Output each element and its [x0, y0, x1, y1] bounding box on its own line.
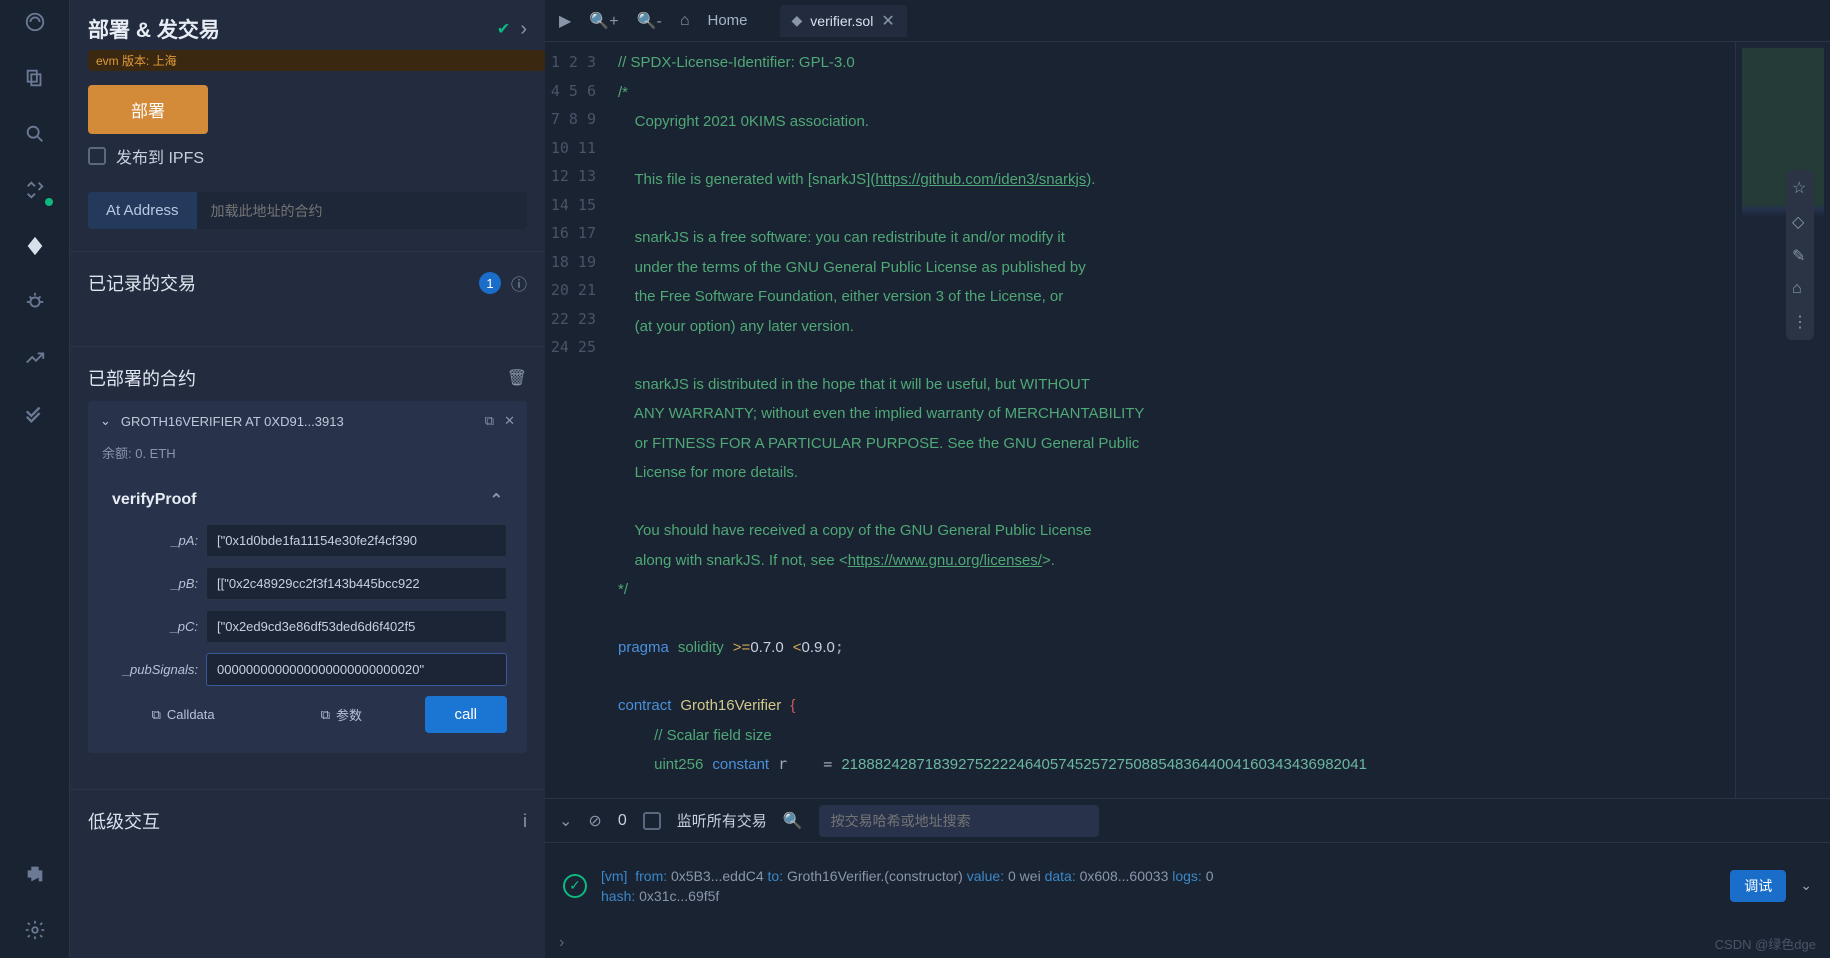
param-pub-input[interactable] [206, 653, 507, 686]
tx-count-badge: 1 [479, 272, 501, 294]
param-pc-input[interactable] [206, 610, 507, 643]
evm-version-tag: evm 版本: 上海 [88, 50, 545, 71]
code-editor[interactable]: 1 2 3 4 5 6 7 8 9 10 11 12 13 14 15 16 1… [545, 42, 1830, 798]
bookmark-icon[interactable]: ◇ [1792, 212, 1808, 232]
play-icon[interactable]: ▶ [559, 11, 571, 31]
lowlevel-label: 低级交互 [88, 808, 160, 834]
edit-icon[interactable]: ✎ [1792, 246, 1808, 266]
log-entry[interactable]: [vm] from: 0x5B3...eddC4 to: Groth16Veri… [601, 866, 1716, 906]
collapse-icon[interactable]: ⌄ [559, 811, 572, 831]
solidity-icon: ◆ [792, 12, 803, 29]
more-icon[interactable]: ⋮ [1792, 312, 1808, 332]
minimap[interactable] [1735, 42, 1830, 798]
zoom-in-icon[interactable]: 🔍+ [589, 11, 618, 31]
file-tab-label: verifier.sol [810, 13, 873, 29]
deploy-panel: 部署 & 发交易 ✔ › evm 版本: 上海 部署 发布到 IPFS At A… [70, 0, 545, 958]
analytics-icon[interactable] [21, 344, 49, 372]
search-icon[interactable]: 🔍 [783, 811, 803, 831]
chevron-right-icon[interactable]: › [520, 18, 527, 41]
deploy-icon[interactable] [21, 232, 49, 260]
settings-icon[interactable] [21, 916, 49, 944]
editor-toolbar: ▶ 🔍+ 🔍- ⌂ Home ◆ verifier.sol ✕ [545, 0, 1830, 42]
pending-count: 0 [618, 812, 627, 830]
trash-icon[interactable]: 🗑 [507, 368, 527, 388]
contract-name: GROTH16VERIFIER AT 0XD91...3913 [121, 414, 475, 429]
calldata-button[interactable]: ⧉ Calldata [108, 696, 258, 733]
debugger-icon[interactable] [21, 288, 49, 316]
success-icon: ✓ [563, 874, 587, 898]
code-content[interactable]: // SPDX-License-Identifier: GPL-3.0 /* C… [610, 42, 1735, 798]
params-button[interactable]: ⧉ 参数 [266, 696, 416, 733]
panel-title: 部署 & 发交易 [88, 14, 487, 44]
star-icon[interactable]: ☆ [1792, 178, 1808, 198]
line-gutter: 1 2 3 4 5 6 7 8 9 10 11 12 13 14 15 16 1… [545, 42, 610, 798]
home-rail-icon[interactable]: ⌂ [1792, 280, 1808, 298]
call-button[interactable]: call [425, 696, 508, 733]
clear-icon[interactable]: ⊘ [588, 811, 601, 831]
expand-log-icon[interactable]: ⌄ [1800, 877, 1812, 894]
check-icon: ✔ [497, 19, 510, 39]
param-pa-label: _pA: [108, 533, 198, 548]
file-tab[interactable]: ◆ verifier.sol ✕ [780, 5, 907, 37]
param-pc-label: _pC: [108, 619, 198, 634]
function-block: verifyProof ⌃ _pA: _pB: _pC: _pubSignals… [100, 476, 515, 741]
zoom-out-icon[interactable]: 🔍- [637, 11, 662, 31]
search-icon[interactable] [21, 120, 49, 148]
lowlevel-section[interactable]: 低级交互 i [70, 789, 545, 852]
listen-checkbox[interactable] [643, 812, 661, 830]
watermark: CSDN @绿色dge [1715, 934, 1816, 953]
terminal: ⌄ ⊘ 0 监听所有交易 🔍 ✓ [vm] from: 0x5B3...eddC… [545, 798, 1830, 958]
param-pb-input[interactable] [206, 567, 507, 600]
ipfs-checkbox[interactable] [88, 147, 106, 165]
home-tab[interactable]: Home [708, 12, 748, 29]
chevron-up-icon[interactable]: ⌃ [490, 490, 503, 510]
side-rail: ☆ ◇ ✎ ⌂ ⋮ [1786, 170, 1814, 340]
info-icon[interactable]: ⓘ [511, 271, 527, 295]
at-address-button[interactable]: At Address [88, 192, 197, 229]
deploy-button[interactable]: 部署 [88, 85, 208, 134]
transactions-title: 已记录的交易 [88, 270, 469, 296]
editor-area: ▶ 🔍+ 🔍- ⌂ Home ◆ verifier.sol ✕ 1 2 3 4 … [545, 0, 1830, 958]
contract-balance: 余额: 0. ETH [102, 443, 513, 462]
terminal-prompt[interactable]: › CSDN @绿色dge [545, 928, 1830, 958]
param-pb-label: _pB: [108, 576, 198, 591]
double-check-icon[interactable] [21, 400, 49, 428]
contract-instance: ⌄ GROTH16VERIFIER AT 0XD91...3913 ⧉ ✕ 余额… [88, 401, 527, 753]
at-address-input[interactable] [197, 192, 527, 229]
plugin-icon[interactable] [21, 860, 49, 888]
ipfs-label: 发布到 IPFS [116, 144, 204, 168]
deployed-title: 已部署的合约 [88, 365, 497, 391]
debug-button[interactable]: 调试 [1730, 870, 1786, 902]
copy-icon[interactable]: ⧉ [485, 413, 494, 429]
param-pub-label: _pubSignals: [108, 662, 198, 677]
function-name: verifyProof [112, 491, 196, 509]
tx-search-input[interactable] [819, 805, 1099, 837]
file-explorer-icon[interactable] [21, 64, 49, 92]
param-pa-input[interactable] [206, 524, 507, 557]
close-tab-icon[interactable]: ✕ [881, 11, 894, 31]
listen-label: 监听所有交易 [677, 810, 767, 831]
close-icon[interactable]: ✕ [504, 413, 515, 429]
activity-bar [0, 0, 70, 958]
chevron-down-icon[interactable]: ⌄ [100, 413, 111, 429]
info-icon[interactable]: i [523, 811, 527, 832]
remix-logo-icon[interactable] [21, 8, 49, 36]
home-icon[interactable]: ⌂ [680, 12, 690, 30]
